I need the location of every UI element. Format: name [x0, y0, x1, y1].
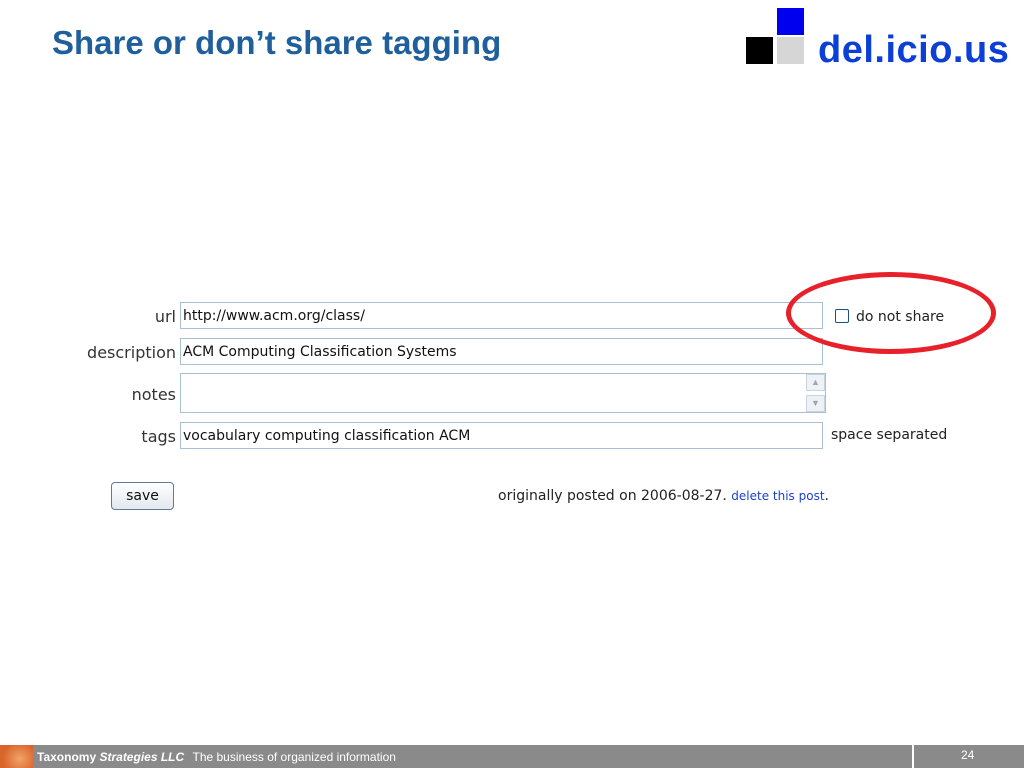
footer-company-italic: Strategies LLC	[99, 750, 185, 764]
footer-tagline: The business of organized information	[192, 750, 396, 764]
notes-field: ▲ ▼	[180, 373, 826, 413]
scroll-up-arrow-icon[interactable]: ▲	[806, 374, 825, 391]
do-not-share-checkbox[interactable]	[835, 309, 849, 323]
logo-square-black	[746, 37, 773, 64]
posted-tail: .	[824, 488, 829, 504]
tags-hint: space separated	[831, 427, 948, 443]
page-number: 24	[961, 748, 975, 762]
tags-input[interactable]	[180, 422, 823, 449]
url-label: url	[154, 307, 176, 326]
tags-label: tags	[141, 427, 176, 446]
delicious-logo: del.icio.us	[746, 8, 1022, 70]
logo-square-blue	[777, 8, 804, 35]
save-button[interactable]: save	[111, 482, 174, 510]
slide-title: Share or don’t share tagging	[52, 24, 502, 61]
footer-emblem-icon	[0, 745, 33, 768]
description-input[interactable]	[180, 338, 823, 365]
delete-post-link[interactable]: delete this post	[731, 489, 824, 503]
logo-square-grey	[777, 37, 804, 64]
footer-divider	[912, 745, 914, 768]
do-not-share-label: do not share	[856, 309, 945, 325]
notes-label: notes	[131, 385, 176, 404]
scroll-down-arrow-icon[interactable]: ▼	[806, 395, 825, 412]
footer-brand: Taxonomy Strategies LLC The business of …	[37, 750, 396, 764]
logo-wordmark: del.icio.us	[818, 29, 1010, 71]
url-input[interactable]	[180, 302, 823, 329]
description-label: description	[87, 343, 176, 362]
slide-footer: Taxonomy Strategies LLC The business of …	[0, 745, 1024, 768]
posted-info: originally posted on 2006-08-27. delete …	[498, 488, 829, 504]
footer-company-plain: Taxonomy	[37, 750, 97, 764]
posted-date-text: originally posted on 2006-08-27.	[498, 488, 727, 504]
notes-textarea[interactable]	[180, 373, 826, 413]
